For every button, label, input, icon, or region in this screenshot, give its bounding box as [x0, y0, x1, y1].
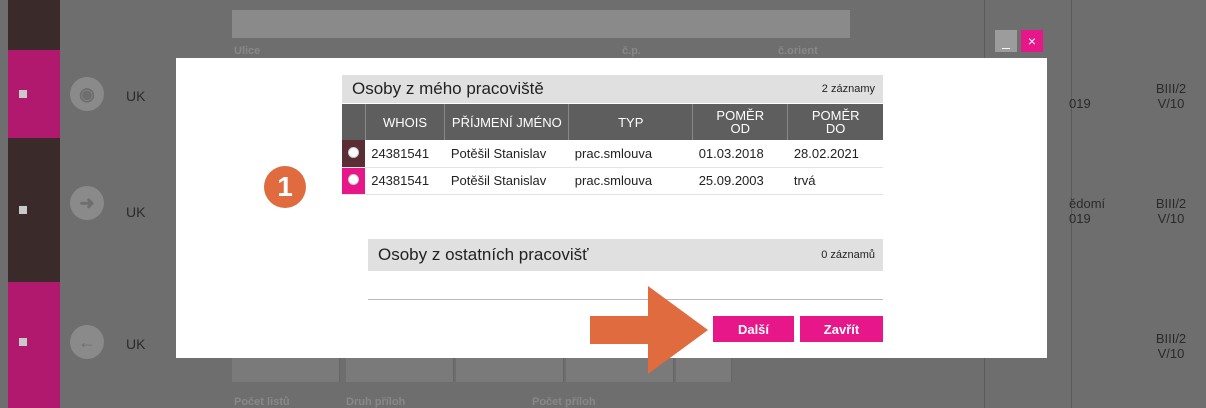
- house-number-label: č.p.: [622, 45, 641, 57]
- other-workplaces-header: Osoby z ostatních pracovišť 0 záznamů: [368, 239, 883, 271]
- table-row[interactable]: 24381541 Potěšil Stanislav prac.smlouva …: [342, 140, 883, 168]
- my-workplace-count: 2 záznamy: [821, 83, 875, 95]
- close-window-button[interactable]: ×: [1021, 30, 1043, 52]
- bottom-field: [232, 356, 340, 382]
- select-column-header: [342, 104, 366, 140]
- street-field: [232, 10, 850, 38]
- next-button[interactable]: Další: [713, 316, 794, 342]
- cell-type: prac.smlouva: [568, 167, 693, 195]
- arrow-right-circle-icon[interactable]: ➜: [70, 186, 104, 220]
- record-icon[interactable]: ◉: [70, 77, 104, 111]
- cell-from: 01.03.2018: [692, 140, 788, 168]
- my-workplace-header: Osoby z mého pracoviště 2 záznamy: [342, 75, 883, 103]
- other-workplaces-count: 0 záznamů: [821, 249, 875, 261]
- column-header-type[interactable]: TYP: [568, 104, 694, 140]
- attachment-count-label: Počet příloh: [532, 396, 596, 408]
- row-marker-cell: [14, 0, 60, 50]
- cell-to: 28.02.2021: [787, 140, 883, 168]
- street-label: Ulice: [234, 45, 261, 57]
- row-code-right: BIII/2 V/10: [1155, 196, 1187, 226]
- bottom-field: [456, 356, 564, 382]
- arrow-left-circle-icon[interactable]: ←: [70, 325, 104, 359]
- close-button[interactable]: Zavřít: [800, 316, 883, 342]
- row-checkbox[interactable]: [19, 90, 27, 98]
- row-checkbox[interactable]: [19, 206, 27, 214]
- table-row[interactable]: 24381541 Potěšil Stanislav prac.smlouva …: [342, 167, 883, 195]
- cell-type: prac.smlouva: [568, 140, 693, 168]
- row-select-radio[interactable]: [342, 140, 366, 168]
- row-date: 019: [1069, 96, 1091, 111]
- cell-name: Potěšil Stanislav: [444, 140, 569, 168]
- sheet-count-label: Počet listů: [234, 396, 290, 408]
- column-header-whois[interactable]: WHOIS: [365, 104, 446, 140]
- cell-whois: 24381541: [365, 167, 445, 195]
- row-date: ědomí 019: [1069, 196, 1106, 226]
- attachment-type-label: Druh příloh: [346, 396, 406, 408]
- row-code: UK: [126, 88, 146, 104]
- column-header-to[interactable]: POMĚR DO: [787, 104, 883, 140]
- row-code-right: BIII/2 V/10: [1155, 331, 1187, 361]
- minimize-button[interactable]: _: [995, 30, 1017, 52]
- radio-icon[interactable]: [348, 174, 360, 185]
- row-code: UK: [126, 204, 146, 220]
- other-workplaces-title: Osoby z ostatních pracovišť: [378, 245, 589, 264]
- column-header-from[interactable]: POMĚR OD: [692, 104, 789, 140]
- row-code-right: BIII/2 V/10: [1155, 81, 1187, 111]
- row-code: UK: [126, 336, 146, 352]
- radio-icon[interactable]: [348, 146, 360, 158]
- cell-whois: 24381541: [365, 140, 445, 168]
- bottom-field: [346, 356, 454, 382]
- my-workplace-title: Osoby z mého pracoviště: [352, 79, 544, 98]
- my-workplace-table: WHOIS PŘÍJMENÍ JMÉNO TYP POMĚR OD POMĚR DO…: [342, 104, 883, 195]
- cell-name: Potěšil Stanislav: [444, 167, 569, 195]
- row-select-radio[interactable]: [342, 167, 366, 195]
- arrow-right-icon: [590, 286, 708, 374]
- row-checkbox[interactable]: [19, 338, 27, 346]
- cell-to: trvá: [787, 167, 883, 195]
- step-number-badge: 1: [264, 166, 306, 208]
- cell-from: 25.09.2003: [692, 167, 788, 195]
- orient-number-label: č.orient: [778, 45, 818, 57]
- column-header-name[interactable]: PŘÍJMENÍ JMÉNO: [444, 104, 570, 140]
